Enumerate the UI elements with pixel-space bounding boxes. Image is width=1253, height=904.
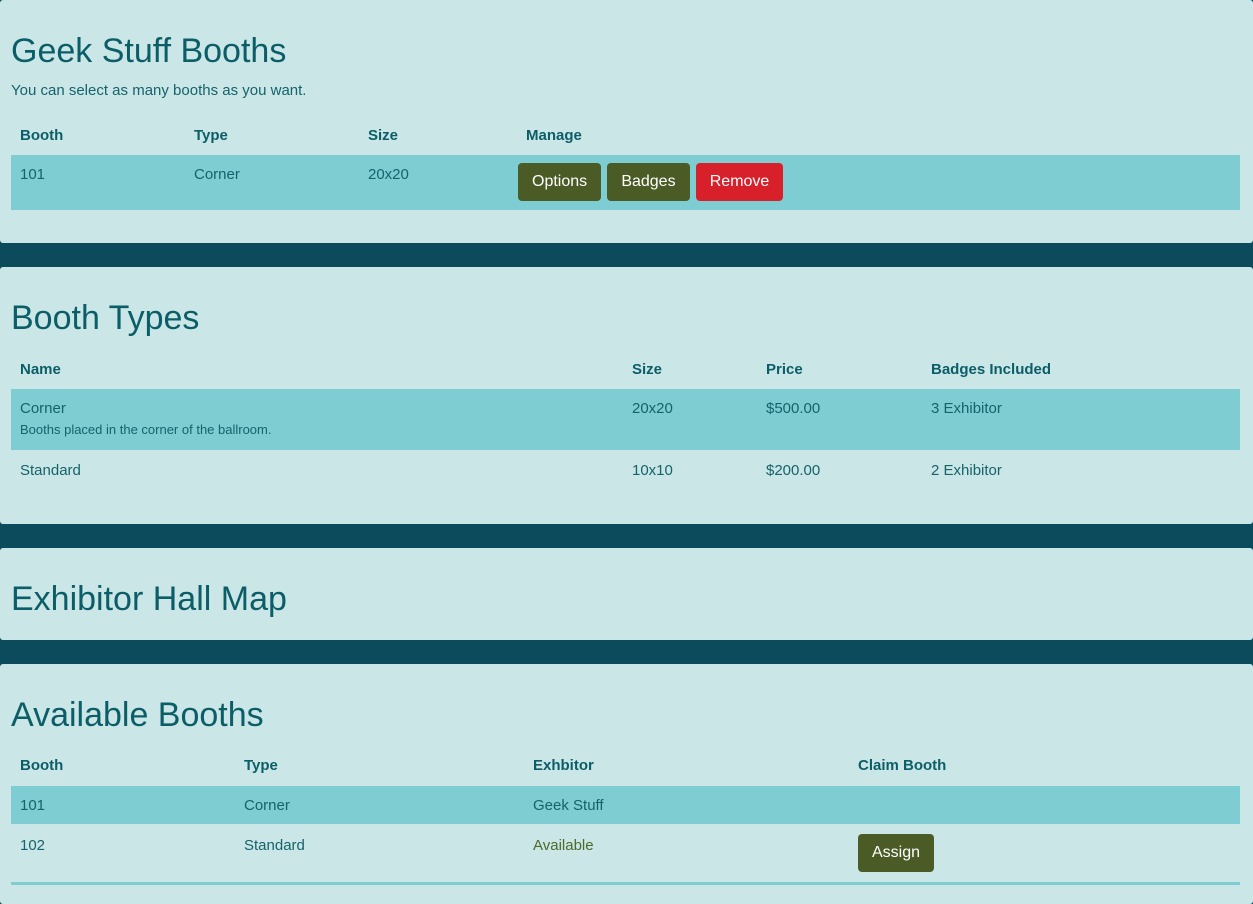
booth-exhibitor: Available	[533, 837, 594, 854]
claim-cell: Assign	[849, 824, 1240, 882]
booth-types-table: Name Size Price Badges Included Corner B…	[11, 349, 1240, 505]
column-header-exhibitor: Exhbitor	[533, 757, 594, 774]
assign-button[interactable]: Assign	[858, 834, 935, 872]
column-header-claim: Claim Booth	[858, 757, 947, 774]
booth-types-panel: Booth Types Name Size Price Badges Inclu…	[0, 267, 1253, 524]
booth-size: 20x20	[359, 155, 517, 210]
my-booths-table: Booth Type Size Manage 101 Corner 20x20 …	[11, 116, 1240, 210]
booth-type-description: Booths placed in the corner of the ballr…	[20, 422, 272, 437]
badges-button[interactable]: Badges	[607, 163, 690, 201]
table-row: Corner Booths placed in the corner of th…	[11, 389, 1240, 450]
booth-exhibitor: Geek Stuff	[524, 786, 849, 824]
booth-type-price: $200.00	[766, 462, 821, 479]
column-header-badges: Badges Included	[931, 360, 1052, 378]
booth-type-size: 20x20	[623, 389, 757, 450]
claim-cell	[849, 786, 1240, 824]
column-header-price: Price	[766, 360, 803, 378]
column-header-booth: Booth	[20, 127, 64, 144]
booth-type-name: Corner	[20, 400, 66, 417]
booth-number: 101	[11, 155, 185, 210]
my-booths-panel: Geek Stuff Booths You can select as many…	[0, 0, 1253, 243]
column-header-manage: Manage	[526, 127, 582, 144]
table-row: 102 Standard Available Assign	[11, 824, 1240, 882]
booth-type: Corner	[235, 786, 524, 824]
panel-title: Geek Stuff Booths	[11, 32, 287, 70]
table-row: 101 Corner Geek Stuff	[11, 786, 1240, 824]
booth-type: Corner	[185, 155, 359, 210]
options-button[interactable]: Options	[518, 163, 602, 201]
booth-number: 101	[11, 786, 235, 824]
hall-map-panel: Exhibitor Hall Map	[0, 548, 1253, 640]
booth-type-price: $500.00	[757, 389, 922, 450]
panel-title: Available Booths	[11, 696, 264, 734]
available-booths-table: Booth Type Exhbitor Claim Booth 101 Corn…	[11, 745, 1240, 882]
booth-type-name: Standard	[20, 462, 81, 479]
panel-title: Booth Types	[11, 299, 200, 337]
booth-type: Standard	[244, 837, 305, 854]
column-header-type: Type	[244, 757, 278, 774]
column-header-name: Name	[20, 360, 61, 378]
table-bottom-border	[11, 882, 1240, 885]
manage-cell: Options Badges Remove	[517, 155, 1240, 210]
booth-number: 102	[20, 837, 46, 854]
table-row: 101 Corner 20x20 Options Badges Remove	[11, 155, 1240, 210]
table-header-row: Booth Type Exhbitor Claim Booth	[11, 745, 1240, 786]
remove-button[interactable]: Remove	[695, 163, 784, 201]
column-header-booth: Booth	[20, 757, 64, 774]
table-header-row: Booth Type Size Manage	[11, 116, 1240, 155]
panel-title: Exhibitor Hall Map	[11, 580, 287, 618]
table-header-row: Name Size Price Badges Included	[11, 349, 1240, 389]
available-booths-panel: Available Booths Booth Type Exhbitor Cla…	[0, 664, 1253, 904]
column-header-size: Size	[368, 127, 399, 144]
booth-type-name-cell: Corner Booths placed in the corner of th…	[11, 389, 623, 450]
booth-type-size: 10x10	[632, 462, 673, 479]
panel-subtitle: You can select as many booths as you wan…	[11, 82, 307, 99]
table-row: Standard 10x10 $200.00 2 Exhibitor	[11, 450, 1240, 505]
column-header-type: Type	[194, 127, 228, 144]
booth-type-badges: 2 Exhibitor	[931, 462, 1002, 479]
booth-type-badges: 3 Exhibitor	[922, 389, 1240, 450]
column-header-size: Size	[632, 360, 663, 378]
